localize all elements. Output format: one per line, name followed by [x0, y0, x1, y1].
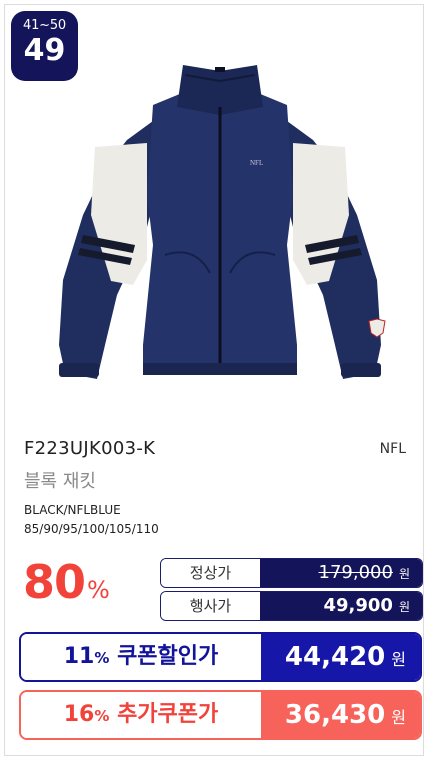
extra-coupon-percent: 16: [63, 702, 95, 727]
extra-coupon-percent-sign: %: [94, 707, 110, 725]
extra-coupon-amount: 36,430: [284, 700, 386, 730]
model-code: F223UJK003-K: [24, 438, 156, 459]
event-price-amount: 49,900: [323, 595, 393, 616]
product-card[interactable]: 41~50 49 NFL F223UJK003-K NFL 블록 재킷 BLAC…: [4, 4, 424, 756]
event-price-label: 행사가: [161, 592, 260, 620]
coupon-value: 44,420 원: [261, 634, 420, 680]
coupon-amount: 44,420: [284, 642, 386, 672]
coupon-label: 11% 쿠폰할인가: [21, 634, 261, 680]
color-info: BLACK/NFLBLUE: [24, 503, 121, 517]
event-price-value: 49,900 원: [260, 592, 422, 620]
brand-name[interactable]: NFL: [380, 441, 406, 457]
regular-price-unit: 원: [398, 567, 410, 581]
event-price-unit: 원: [398, 600, 410, 614]
regular-price-value: 179,000 원: [260, 559, 422, 587]
discount-rate: 80%: [23, 555, 110, 609]
event-price-row: 행사가 49,900 원: [160, 591, 423, 621]
product-image[interactable]: NFL: [35, 45, 405, 395]
rank-range: 41~50: [23, 18, 66, 33]
regular-price-amount: 179,000: [318, 562, 393, 583]
extra-coupon-unit: 원: [391, 708, 406, 727]
regular-price-label: 정상가: [161, 559, 260, 587]
extra-coupon-label-text: 추가쿠폰가: [117, 702, 219, 727]
product-name[interactable]: 블록 재킷: [24, 467, 96, 493]
coupon-price-button[interactable]: 11% 쿠폰할인가 44,420 원: [19, 632, 422, 682]
extra-coupon-label: 16% 추가쿠폰가: [21, 692, 261, 738]
discount-value: 80: [23, 555, 86, 609]
coupon-unit: 원: [391, 650, 406, 669]
size-info: 85/90/95/100/105/110: [24, 522, 159, 536]
coupon-percent: 11: [63, 644, 95, 669]
coupon-percent-sign: %: [94, 649, 110, 667]
regular-price-row: 정상가 179,000 원: [160, 558, 423, 588]
discount-unit: %: [87, 576, 110, 604]
coupon-label-text: 쿠폰할인가: [117, 644, 219, 669]
chest-logo: NFL: [250, 159, 263, 167]
extra-coupon-value: 36,430 원: [261, 692, 420, 738]
extra-coupon-price-button[interactable]: 16% 추가쿠폰가 36,430 원: [19, 690, 422, 740]
